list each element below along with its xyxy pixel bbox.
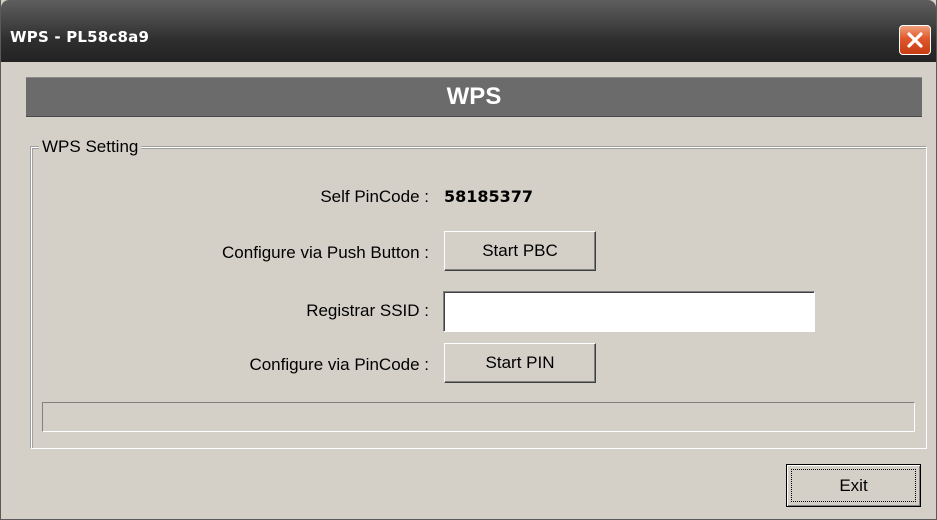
groupbox-legend: WPS Setting (39, 137, 142, 157)
self-pincode-label: Self PinCode : (320, 187, 429, 206)
start-pbc-label: Start PBC (482, 241, 558, 260)
title-bar[interactable]: WPS - PL58c8a9 (1, 0, 936, 62)
window-title: WPS - PL58c8a9 (10, 28, 150, 46)
start-pin-label: Start PIN (485, 353, 555, 372)
registrar-ssid-input[interactable] (443, 291, 815, 332)
header-banner: WPS (26, 77, 922, 117)
wps-dialog-window: WPS - PL58c8a9 WPS WPS Setting Self PinC… (0, 0, 937, 520)
start-pbc-button[interactable]: Start PBC (444, 231, 596, 271)
progress-bar (42, 402, 915, 432)
close-icon (905, 30, 925, 50)
exit-label: Exit (839, 475, 868, 495)
pincode-label: Configure via PinCode : (249, 355, 429, 374)
registrar-ssid-label: Registrar SSID : (306, 301, 429, 320)
close-button[interactable] (899, 25, 931, 55)
header-title: WPS (446, 83, 502, 110)
exit-button[interactable]: Exit (786, 464, 921, 507)
push-button-label: Configure via Push Button : (222, 243, 429, 262)
self-pincode-value: 58185377 (444, 187, 534, 206)
start-pin-button[interactable]: Start PIN (444, 343, 596, 383)
